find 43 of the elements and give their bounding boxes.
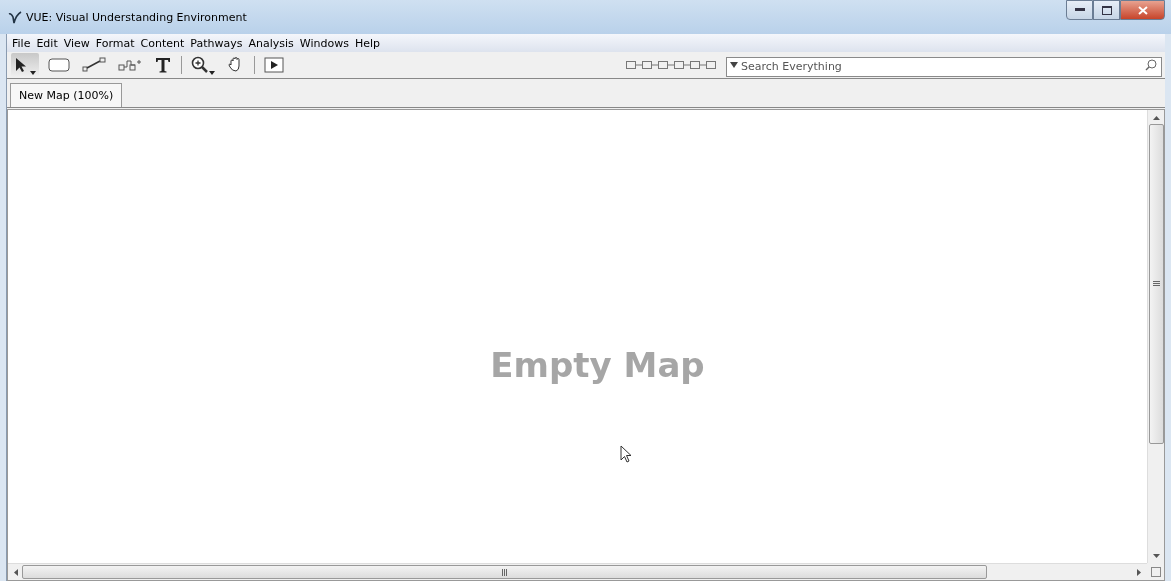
close-icon: [1137, 5, 1148, 15]
mouse-cursor-icon: [620, 445, 632, 463]
scrollbar-thumb[interactable]: [1148, 124, 1164, 444]
scroll-down-icon[interactable]: [1152, 554, 1160, 558]
empty-map-message: Empty Map: [490, 344, 705, 385]
window-title: VUE: Visual Understanding Environment: [26, 10, 247, 24]
text-tool-icon: [154, 56, 172, 74]
menu-item[interactable]: Pathways: [187, 36, 246, 50]
zoom-in-icon: [191, 56, 209, 74]
menu-item[interactable]: Format: [92, 36, 138, 50]
menu-item[interactable]: Windows: [296, 36, 352, 50]
scroll-up-icon[interactable]: [1152, 116, 1160, 120]
app-logo-icon: [8, 10, 22, 24]
play-icon: [264, 56, 284, 74]
grip-icon: [501, 568, 508, 576]
close-button[interactable]: [1120, 0, 1165, 20]
scroll-left-icon[interactable]: [14, 568, 18, 576]
menu-item[interactable]: Analysis: [245, 36, 297, 50]
menu-item[interactable]: Help: [351, 36, 384, 50]
scroll-right-icon[interactable]: [1137, 568, 1141, 576]
map-tab[interactable]: New Map (100%): [10, 83, 123, 107]
search-icon: [1145, 59, 1157, 71]
maximize-icon: [1101, 5, 1112, 15]
menu-item[interactable]: View: [60, 36, 93, 50]
link-icon: [82, 57, 106, 73]
grip-icon: [1152, 281, 1160, 287]
corner-square-icon: [1150, 566, 1161, 577]
vertical-scrollbar[interactable]: [1147, 110, 1164, 563]
minimize-icon: [1074, 8, 1085, 12]
menu-item[interactable]: Content: [137, 36, 188, 50]
rounded-rectangle-icon: [48, 57, 70, 73]
dropdown-arrow-icon: [209, 71, 215, 75]
dropdown-arrow-icon[interactable]: [730, 62, 738, 68]
select-tool[interactable]: [11, 53, 39, 77]
maximize-button[interactable]: [1093, 0, 1120, 20]
menu-item[interactable]: Edit: [33, 36, 61, 50]
scrollbar-thumb[interactable]: [22, 565, 987, 579]
search-field[interactable]: Search Everything: [726, 56, 1162, 77]
nodes-link-icon: [118, 57, 142, 73]
dropdown-arrow-icon: [30, 71, 36, 75]
menu-item[interactable]: File: [9, 36, 34, 50]
minimize-button[interactable]: [1066, 0, 1093, 20]
horizontal-scrollbar[interactable]: [8, 563, 1147, 580]
